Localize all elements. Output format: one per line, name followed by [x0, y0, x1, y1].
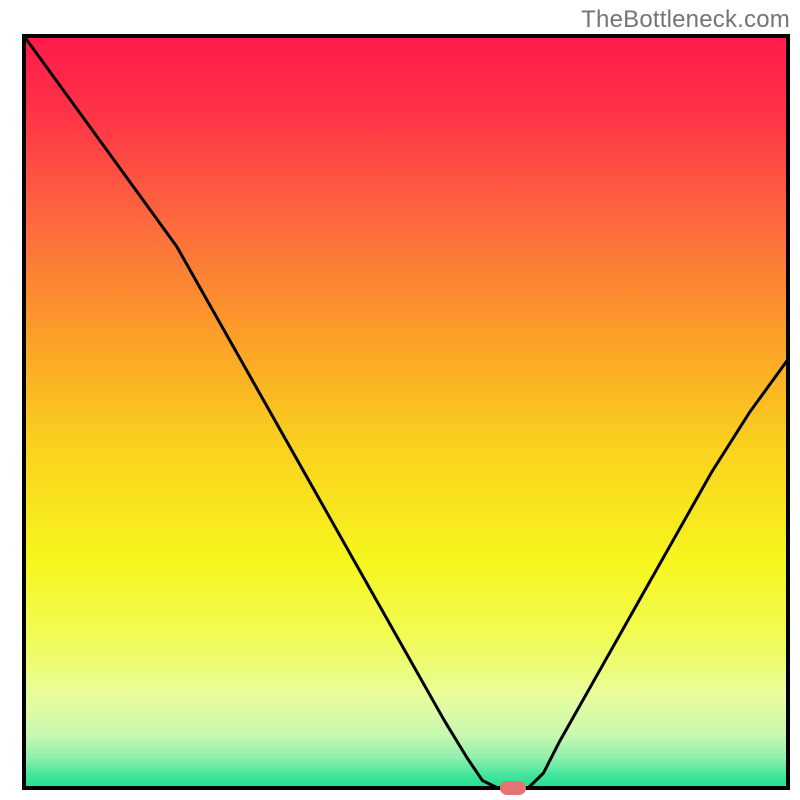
- bottleneck-chart: [0, 0, 800, 800]
- chart-container: { "attribution": "TheBottleneck.com", "c…: [0, 0, 800, 800]
- attribution-text: TheBottleneck.com: [581, 6, 790, 34]
- minimum-marker: [500, 781, 526, 795]
- plot-gradient-background: [24, 36, 788, 788]
